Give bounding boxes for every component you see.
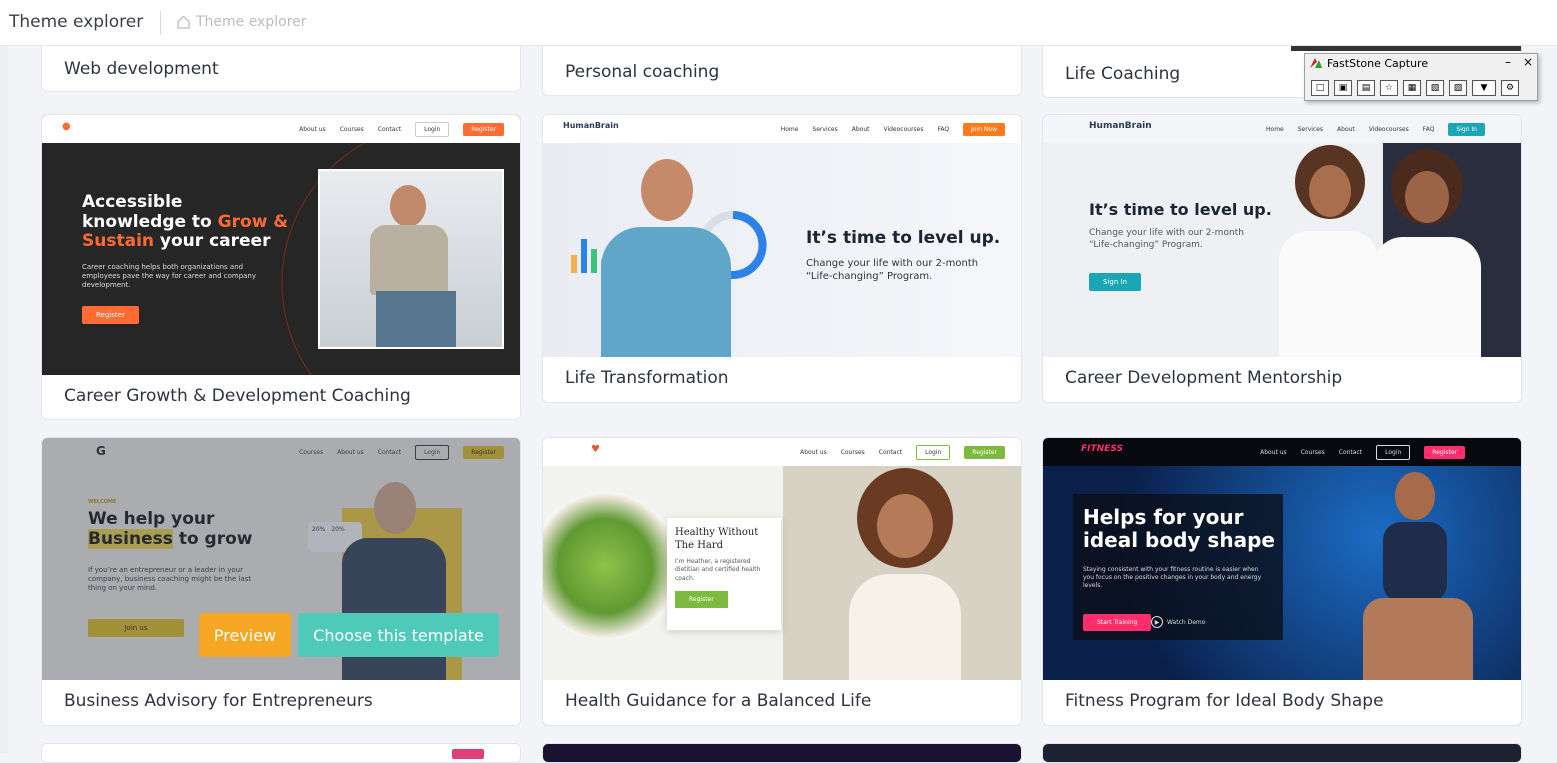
output-options-icon[interactable]: ▼ — [1472, 80, 1496, 96]
header-divider — [160, 11, 161, 35]
app-title: Theme explorer — [9, 12, 144, 32]
capture-fullscreen-icon[interactable]: ▦ — [1403, 80, 1421, 96]
thumb-salad — [543, 492, 679, 640]
faststone-tools: □ ▣ ▤ ☆ ▦ ▧ ▨ ▼ ⚙ — [1311, 80, 1519, 96]
card-title: Personal coaching — [565, 62, 720, 82]
card-title: Health Guidance for a Balanced Life — [565, 691, 872, 711]
template-card-next-3[interactable] — [1042, 743, 1522, 763]
thumb-headline: It’s time to level up. — [1089, 200, 1272, 219]
thumbnail-edge — [1291, 46, 1521, 51]
thumb-person — [1279, 145, 1379, 357]
thumb-person — [601, 159, 731, 357]
template-card-next-2[interactable] — [542, 743, 1022, 763]
preview-button[interactable]: Preview — [199, 613, 291, 657]
choose-template-button[interactable]: Choose this template — [298, 613, 499, 657]
thumb-subtext: Staying consistent with your fitness rou… — [1083, 566, 1262, 589]
top-bar: Theme explorer Theme explorer — [0, 0, 1557, 46]
thumb-nav: ♥ About us Courses Contact Login Register — [543, 438, 1021, 466]
template-card-career-growth[interactable]: ● About us Courses Contact Login Register … — [41, 114, 521, 420]
card-title: Life Transformation — [565, 368, 729, 388]
thumb-subtext: Change your life with our 2-month “Life-c… — [1089, 228, 1244, 250]
capture-region-icon[interactable]: ▤ — [1357, 80, 1375, 96]
template-card-career-mentorship[interactable]: HumanBrain Home Services About Videocourses… — [1042, 114, 1522, 403]
thumb-nav: HumanBrain Home Services About Videocourses… — [543, 115, 1021, 143]
thumb-logo: ♥ — [591, 444, 600, 455]
template-card-health-guidance[interactable]: ♥ About us Courses Contact Login Register … — [542, 437, 1022, 726]
template-thumbnail: ● About us Courses Contact Login Register … — [42, 115, 520, 375]
capture-window-icon[interactable]: □ — [1311, 80, 1329, 96]
screen-record-icon[interactable]: ▨ — [1449, 80, 1467, 96]
thumb-nav: HumanBrain Home Services About Videocourses… — [1043, 115, 1521, 143]
template-thumbnail: ♥ About us Courses Contact Login Register … — [543, 438, 1021, 680]
faststone-title: FastStone Capture — [1327, 57, 1429, 70]
thumb-headline: Helps for your ideal body shape — [1083, 505, 1275, 552]
thumb-nav: FITNESS About us Courses Contact Login Reg… — [1043, 438, 1521, 466]
scrollbar[interactable] — [1543, 46, 1557, 753]
template-thumbnail: HumanBrain Home Services About Videocourses… — [1043, 115, 1521, 357]
card-title: Career Growth & Development Coaching — [64, 386, 411, 406]
close-button[interactable]: × — [1523, 55, 1533, 69]
thumb-person — [1373, 149, 1481, 357]
template-card-business-advisory[interactable]: G Courses About us Contact Login Register … — [41, 437, 521, 726]
template-thumbnail: HumanBrain Home Services About Videocourses… — [543, 115, 1021, 357]
home-icon — [177, 15, 190, 29]
template-card-fitness[interactable]: FITNESS About us Courses Contact Login Reg… — [1042, 437, 1522, 726]
thumb-cta: Register — [82, 306, 139, 324]
minimize-button[interactable]: – — [1505, 55, 1511, 69]
template-card-next-1[interactable] — [41, 743, 521, 763]
capture-scrolling-icon[interactable]: ▧ — [1426, 80, 1444, 96]
thumb-headline: It’s time to level up. — [806, 228, 1001, 248]
thumb-card: Healthy Without The Hard I’m Heather, a r… — [667, 518, 781, 630]
card-title: Fitness Program for Ideal Body Shape — [1065, 691, 1384, 711]
thumb-watch: ▶ Watch Demo — [1151, 616, 1205, 628]
template-thumbnail: FITNESS About us Courses Contact Login Reg… — [1043, 438, 1521, 680]
capture-object-icon[interactable]: ▣ — [1334, 80, 1352, 96]
thumb-cta: Start Training — [1083, 614, 1152, 631]
faststone-logo-icon — [1310, 58, 1322, 68]
faststone-capture-toolbar[interactable]: FastStone Capture – × □ ▣ ▤ ☆ ▦ ▧ ▨ ▼ ⚙ — [1304, 53, 1538, 101]
breadcrumb-label: Theme explorer — [196, 14, 307, 30]
thumb-subtext: Career coaching helps both organizations… — [82, 263, 257, 290]
thumb-logo: HumanBrain — [563, 121, 619, 130]
card-title: Career Development Mentorship — [1065, 368, 1343, 388]
thumb-nav: ● About us Courses Contact Login Register — [42, 115, 520, 143]
left-gutter — [0, 46, 8, 753]
card-title: Web development — [64, 59, 219, 79]
thumb-logo: HumanBrain — [1089, 121, 1152, 131]
breadcrumb[interactable]: Theme explorer — [176, 14, 307, 30]
thumb-logo: FITNESS — [1081, 444, 1123, 454]
card-title: Business Advisory for Entrepreneurs — [64, 691, 373, 711]
thumb-headline: Accessible knowledge to Grow & Sustain y… — [82, 192, 289, 252]
template-card-life-transformation[interactable]: HumanBrain Home Services About Videocourses… — [542, 114, 1022, 403]
thumb-subtext: Change your life with our 2-month “Life-c… — [806, 258, 979, 282]
thumb-person — [1343, 472, 1493, 680]
settings-icon[interactable]: ⚙ — [1501, 80, 1519, 96]
thumb-cta: Sign In — [1089, 273, 1141, 291]
thumb-logo: ● — [62, 121, 71, 132]
card-title: Life Coaching — [1065, 64, 1181, 84]
thumb-person — [839, 468, 969, 680]
play-icon: ▶ — [1151, 616, 1163, 628]
capture-freehand-icon[interactable]: ☆ — [1380, 80, 1398, 96]
thumb-photo — [318, 169, 504, 349]
